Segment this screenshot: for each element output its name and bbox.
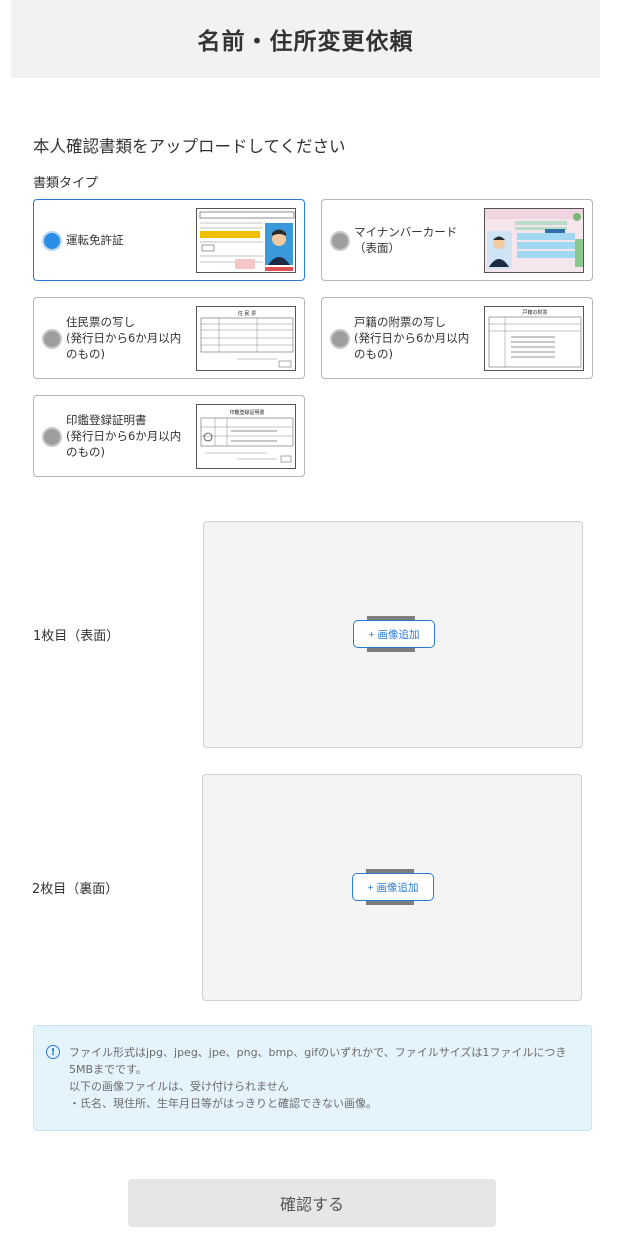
family-register-thumbnail: 戸籍の附票 <box>484 306 584 371</box>
doc-option-mynumber-card[interactable]: マイナンバーカード（表面） <box>321 199 593 281</box>
add-image-front-button[interactable]: + 画像追加 <box>353 620 435 648</box>
drivers-license-thumbnail <box>196 208 296 273</box>
radio-unselected-icon[interactable] <box>330 329 350 349</box>
doc-option-family-register[interactable]: 戸籍の附票の写し (発行日から6か月以内のもの) 戸籍の附票 <box>321 297 593 379</box>
upload-back-label: 2枚目（裏面） <box>32 882 119 897</box>
doc-option-label: 運転免許証 <box>66 233 124 247</box>
notice-line: ・氏名、現住所、生年月日等がはっきりと確認できない画像。 <box>69 1097 377 1110</box>
doc-option-residence-certificate[interactable]: 住民票の写し (発行日から6か月以内のもの) 住 民 票 <box>33 297 305 379</box>
page-header: 名前・住所変更依頼 <box>11 0 600 78</box>
notice-text: ファイル形式はjpg、jpeg、jpe、png、bmp、gifのいずれかで、ファ… <box>69 1044 579 1112</box>
add-image-back-wrap: + 画像追加 <box>352 869 434 905</box>
add-image-front-wrap: + 画像追加 <box>353 616 435 652</box>
doc-option-label: 印鑑登録証明書 (発行日から6か月以内のもの) <box>66 413 182 459</box>
page-title: 名前・住所変更依頼 <box>197 29 414 55</box>
button-bottom-bar <box>366 901 414 905</box>
radio-selected-icon[interactable] <box>42 231 62 251</box>
doc-type-label: 書類タイプ <box>33 176 99 191</box>
section-title: 本人確認書類をアップロードしてください <box>33 137 346 156</box>
doc-option-seal-certificate[interactable]: 印鑑登録証明書 (発行日から6か月以内のもの) 印鑑登録証明書 <box>33 395 305 477</box>
add-image-back-button[interactable]: + 画像追加 <box>352 873 434 901</box>
doc-option-drivers-license[interactable]: 運転免許証 <box>33 199 305 281</box>
mynumber-card-thumbnail <box>484 208 584 273</box>
residence-certificate-thumbnail: 住 民 票 <box>196 306 296 371</box>
confirm-button[interactable]: 確認する <box>128 1179 496 1227</box>
seal-certificate-thumbnail: 印鑑登録証明書 <box>196 404 296 469</box>
residence-thumb-title: 住 民 票 <box>238 310 256 317</box>
family-thumb-title: 戸籍の附票 <box>522 309 547 316</box>
button-bottom-bar <box>367 648 415 652</box>
info-icon: ! <box>46 1045 60 1059</box>
radio-unselected-icon[interactable] <box>42 427 62 447</box>
radio-unselected-icon[interactable] <box>42 329 62 349</box>
notice-line: 以下の画像ファイルは、受け付けられません <box>69 1080 289 1093</box>
doc-option-label: 戸籍の附票の写し (発行日から6か月以内のもの) <box>354 315 470 361</box>
file-notice-box: ! ファイル形式はjpg、jpeg、jpe、png、bmp、gifのいずれかで、… <box>33 1025 592 1131</box>
doc-option-label: 住民票の写し (発行日から6か月以内のもの) <box>66 315 182 361</box>
upload-front-label: 1枚目（表面） <box>33 629 120 644</box>
doc-option-label: マイナンバーカード（表面） <box>354 225 458 255</box>
notice-line: ファイル形式はjpg、jpeg、jpe、png、bmp、gifのいずれかで、ファ… <box>69 1046 567 1076</box>
radio-unselected-icon[interactable] <box>330 231 350 251</box>
seal-thumb-title: 印鑑登録証明書 <box>229 409 264 416</box>
